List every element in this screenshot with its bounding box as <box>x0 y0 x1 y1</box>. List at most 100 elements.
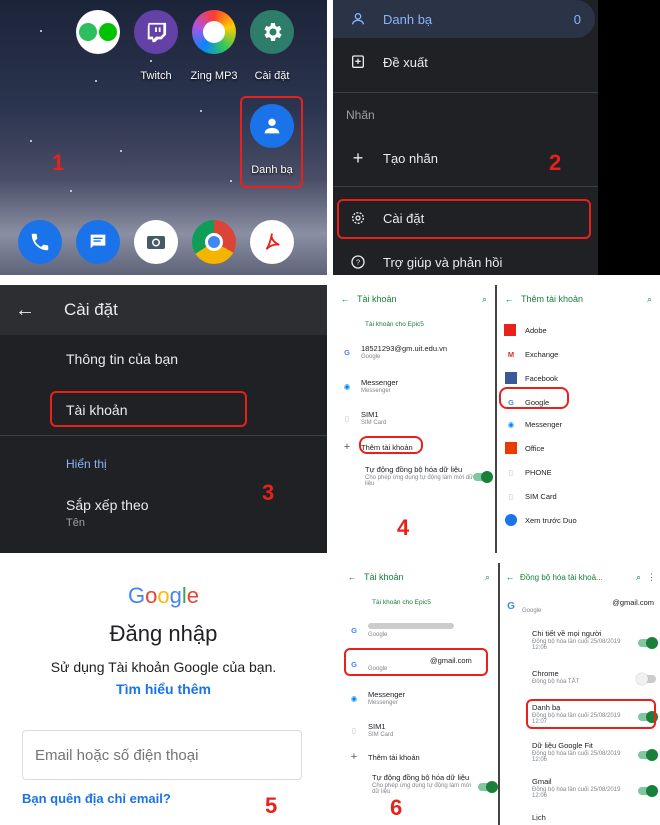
auto-sync-label: Tự động đồng bộ hóa dữ liệu <box>372 773 470 782</box>
contacts-menu-label: Danh bạ <box>383 11 433 27</box>
search-icon[interactable]: ⌕ <box>482 294 487 305</box>
accounts-add-panel: ← Tài khoản ⌕ Tài khoản cho Epic5 G 1852129… <box>333 285 660 553</box>
person-icon <box>333 11 383 27</box>
account-row[interactable]: ◉ Messenger Messenger <box>340 687 498 709</box>
step-number: 4 <box>397 515 410 540</box>
provider-row[interactable]: Facebook <box>497 369 660 387</box>
account-type: SIM Card <box>368 732 394 738</box>
exchange-icon: M <box>507 349 515 359</box>
menu-item-create-label[interactable]: + Tạo nhãn <box>333 136 633 180</box>
provider-row[interactable]: ▯ SIM Card <box>497 487 660 505</box>
sync-item-name: Chi tiết về mọi người <box>532 629 602 638</box>
sync-toggle[interactable] <box>638 637 658 649</box>
section-header: Tài khoản cho Epic5 <box>365 321 424 328</box>
menu-item-suggestions[interactable]: Đề xuất <box>333 40 633 84</box>
account-row[interactable]: G Google <box>340 619 498 641</box>
settings-panel: ← Cài đặt Thông tin của bạn Tài khoản Hi… <box>0 285 327 553</box>
add-account-row[interactable]: + Thêm tài khoản <box>340 749 498 765</box>
search-icon[interactable]: ⌕ <box>636 572 641 583</box>
provider-label: Xem trước Duo <box>525 515 577 525</box>
divider <box>333 186 633 187</box>
scrim <box>598 0 660 275</box>
zing-mp3-icon[interactable] <box>192 10 236 54</box>
more-icon[interactable]: ⋮ <box>647 572 656 583</box>
back-arrow-icon[interactable]: ← <box>340 572 364 582</box>
account-row[interactable]: ◉ Messenger Messenger <box>333 375 495 397</box>
sync-item-name: Gmail <box>532 777 552 786</box>
your-info-item[interactable]: Thông tin của bạn <box>66 351 178 367</box>
back-arrow-icon[interactable]: ← <box>0 299 50 322</box>
auto-sync-toggle[interactable] <box>478 781 498 793</box>
account-row[interactable]: ▯ SIM1 SIM Card <box>333 407 495 429</box>
forgot-email-link[interactable]: Bạn quên địa chỉ email? <box>22 791 171 806</box>
provider-row[interactable]: Adobe <box>497 321 660 339</box>
provider-row[interactable]: Office <box>497 439 660 457</box>
menu-item-contacts[interactable]: Danh bạ 0 <box>333 0 595 38</box>
sync-toolbar: ← Đồng bộ hóa tài khoả... ⌕ ⋮ <box>500 563 660 591</box>
auto-sync-label: Tự động đồng bộ hóa dữ liệu <box>365 465 463 474</box>
highlight-contacts-sync <box>526 699 656 729</box>
back-arrow-icon[interactable]: ← <box>500 572 520 582</box>
sort-by-item[interactable]: Sắp xếp theo <box>66 497 149 513</box>
sync-toggle[interactable] <box>638 749 658 761</box>
learn-more-link[interactable]: Tìm hiểu thêm <box>0 681 327 697</box>
sync-email: @gmail.com <box>612 598 654 607</box>
accounts-list: ← Tài khoản ⌕ Tài khoản cho Epic5 G 1852129… <box>333 285 495 553</box>
provider-row[interactable]: ◉ Messenger <box>497 415 660 433</box>
sync-item-calendar[interactable]: Lịch <box>532 813 660 822</box>
provider-row[interactable]: M Exchange <box>497 345 660 363</box>
provider-label: Office <box>525 443 545 453</box>
chrome-app-icon[interactable] <box>192 220 236 264</box>
adobe-reader-app-icon[interactable] <box>250 220 294 264</box>
help-icon: ? <box>333 254 383 270</box>
phone-app-icon[interactable] <box>18 220 62 264</box>
account-sync-panel: ← Tài khoản ⌕ Tài khoản cho Epic5 G Google … <box>340 563 660 825</box>
account-row[interactable]: ▯ SIM1 SIM Card <box>340 719 498 741</box>
messages-app-icon[interactable] <box>76 220 120 264</box>
search-icon[interactable]: ⌕ <box>647 294 652 305</box>
step-number: 6 <box>390 795 403 820</box>
auto-sync-row[interactable]: Tự động đồng bộ hóa dữ liệu Cho phép ứng … <box>365 465 475 487</box>
auto-sync-row[interactable]: Tự động đồng bộ hóa dữ liệu Cho phép ứng … <box>372 773 476 795</box>
email-input[interactable] <box>22 730 302 780</box>
sync-toggle[interactable] <box>638 785 658 797</box>
menu-item-help[interactable]: ? Trợ giúp và phản hồi <box>333 240 633 275</box>
provider-label: Exchange <box>525 349 559 359</box>
sync-account-header: G @gmail.com Google <box>500 595 660 617</box>
back-arrow-icon[interactable]: ← <box>497 294 521 304</box>
twitch-icon[interactable] <box>134 10 178 54</box>
add-account-title: Thêm tài khoản <box>521 294 584 304</box>
office-icon <box>505 442 517 454</box>
account-type: Messenger <box>361 388 391 394</box>
plus-icon: + <box>343 441 351 453</box>
suggest-label: Đề xuất <box>383 54 428 70</box>
auto-sync-toggle[interactable] <box>473 471 493 483</box>
highlight-contacts <box>240 96 303 188</box>
accounts-title: Tài khoản <box>364 572 404 582</box>
accounts-list: ← Tài khoản ⌕ Tài khoản cho Epic5 G Google … <box>340 563 498 825</box>
provider-row[interactable]: Xem trước Duo <box>497 511 660 529</box>
account-name: Messenger <box>361 378 399 387</box>
provider-row[interactable]: ▯ PHONE <box>497 463 660 481</box>
search-icon[interactable]: ⌕ <box>485 572 490 583</box>
step-number: 5 <box>265 793 278 818</box>
account-row[interactable]: G 18521293@gm.uit.edu.vn Google <box>333 341 495 363</box>
add-account-list: ← Thêm tài khoản ⌕ Adobe M Exchange Faceboo… <box>497 285 660 553</box>
provider-label: SIM Card <box>525 491 557 501</box>
contacts-menu-panel: Danh bạ 0 Đề xuất Nhãn + Tạo nhãn Cài đặ… <box>333 0 660 275</box>
back-arrow-icon[interactable]: ← <box>333 294 357 304</box>
settings-gear-icon[interactable] <box>250 10 294 54</box>
google-icon: G <box>351 625 357 635</box>
camera-app-icon[interactable] <box>134 220 178 264</box>
evernote-line-app-icon[interactable] <box>76 10 120 54</box>
google-signin-panel: Google Đăng nhập Sử dụng Tài khoản Googl… <box>0 563 327 825</box>
sync-item-name: Chrome <box>532 669 559 678</box>
svg-text:?: ? <box>356 258 360 267</box>
highlight-gmail <box>344 648 488 676</box>
create-label: Tạo nhãn <box>383 150 438 166</box>
sync-toggle[interactable] <box>636 673 656 685</box>
add-account-toolbar: ← Thêm tài khoản ⌕ <box>497 285 660 313</box>
sort-value: Tên <box>66 517 85 529</box>
auto-sync-desc: Cho phép ứng dụng tự động làm mới dữ liệ… <box>365 475 474 487</box>
highlight-settings <box>337 199 591 239</box>
